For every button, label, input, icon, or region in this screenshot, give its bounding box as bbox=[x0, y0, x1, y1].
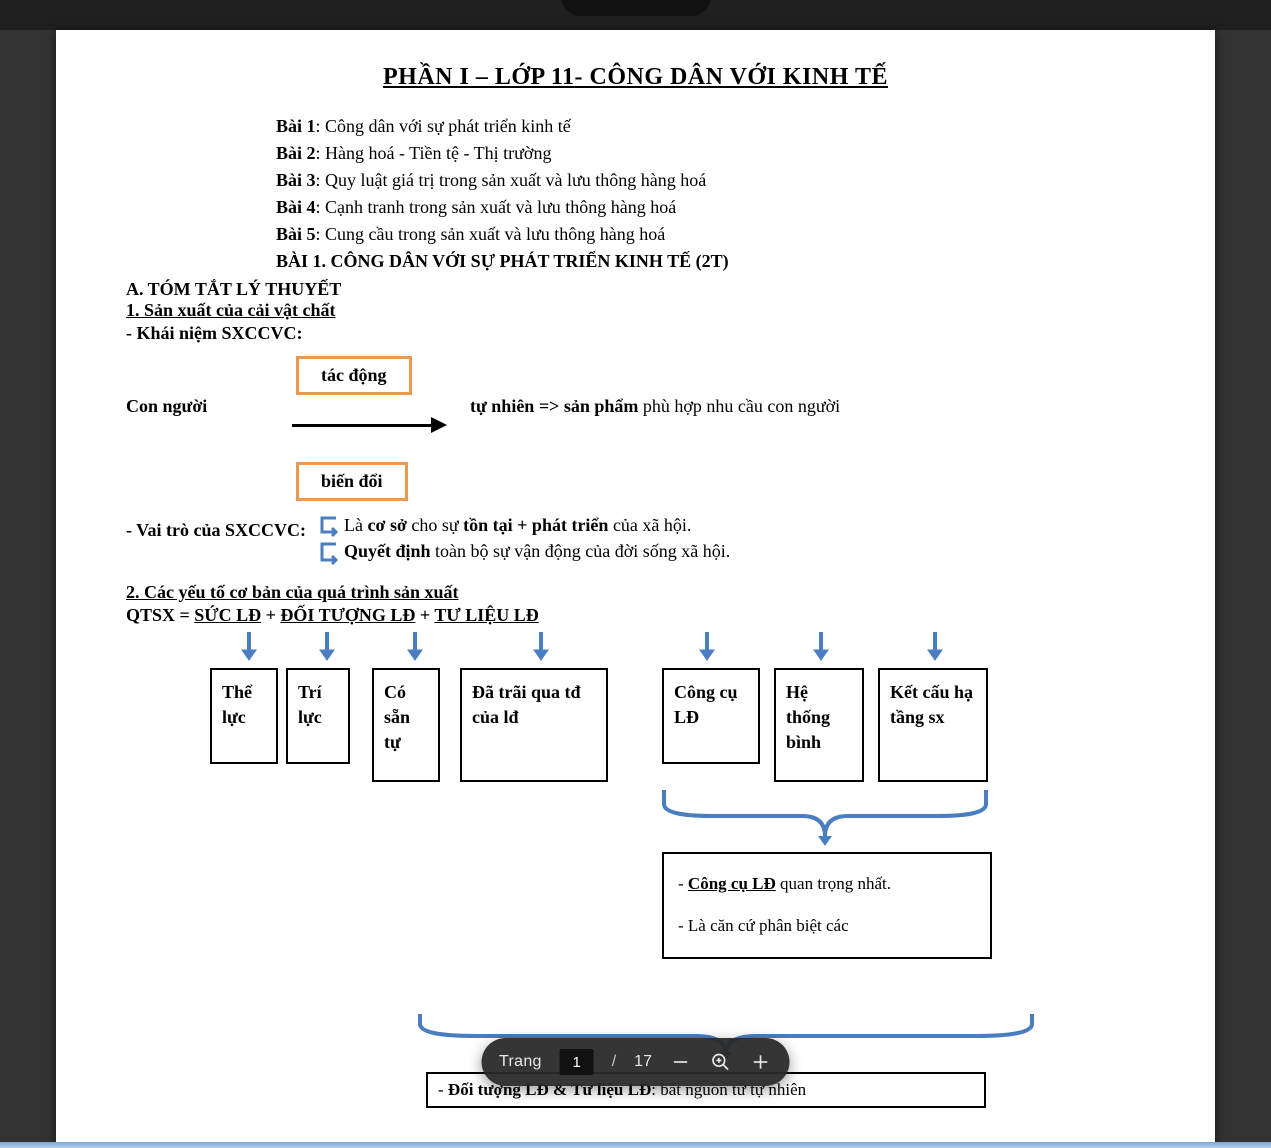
lesson-item: Bài 1: Công dân với sự phát triển kinh t… bbox=[276, 113, 1145, 140]
subsection-1-heading: 1. Sản xuất của cải vật chất bbox=[126, 300, 1145, 321]
role-lines: Là cơ sở cho sự tồn tại + phát triển của… bbox=[344, 512, 730, 564]
subsection-2-heading: 2. Các yếu tố cơ bản của quá trình sản x… bbox=[126, 582, 1145, 603]
page-separator: / bbox=[612, 1053, 616, 1071]
diagram-box-biendoi: biến đổi bbox=[296, 462, 408, 501]
qtsx-equation: QTSX = SỨC LĐ + ĐỐI TƯỢNG LĐ + TƯ LIỆU L… bbox=[126, 605, 1145, 626]
page-total: 17 bbox=[634, 1053, 652, 1071]
role-block: - Vai trò của SXCCVC: Là cơ sở cho sự tồ… bbox=[126, 516, 1145, 576]
document-page: PHẦN I – LỚP 11- CÔNG DÂN VỚI KINH TẾ Bà… bbox=[56, 30, 1215, 1148]
factor-box-ketcau: Kết cấu hạ tầng sx bbox=[878, 668, 988, 782]
top-bar-pill bbox=[561, 0, 711, 16]
pdf-viewer-frame: PHẦN I – LỚP 11- CÔNG DÂN VỚI KINH TẾ Bà… bbox=[0, 0, 1271, 1148]
factor-box-hethong: Hệ thống bình bbox=[774, 668, 864, 782]
bottom-edge-bar bbox=[0, 1142, 1271, 1148]
section-a-heading: A. TÓM TẮT LÝ THUYẾT bbox=[126, 279, 1145, 300]
page-input[interactable] bbox=[560, 1049, 594, 1075]
diagram-box-tacdong: tác động bbox=[296, 356, 412, 395]
zoom-out-button[interactable] bbox=[670, 1051, 692, 1073]
curly-brace-small bbox=[662, 784, 988, 848]
lesson-item: Bài 4: Cạnh tranh trong sản xuất và lưu … bbox=[276, 194, 1145, 221]
note-box-congcu: - Công cụ LĐ quan trọng nhất. - Là căn c… bbox=[662, 852, 992, 959]
zoom-in-button[interactable] bbox=[750, 1051, 772, 1073]
zoom-reset-button[interactable] bbox=[710, 1051, 732, 1073]
top-bar bbox=[0, 0, 1271, 30]
role-label: - Vai trò của SXCCVC: bbox=[126, 520, 306, 541]
page-label: Trang bbox=[499, 1053, 542, 1071]
concept-diagram: Con người tác động biến đổi tự nhiên => … bbox=[126, 356, 1145, 506]
diagram-subject: Con người bbox=[126, 396, 207, 417]
bracket-icon bbox=[316, 516, 342, 568]
factor-box-cosan: Có sẵn tự bbox=[372, 668, 440, 782]
factor-box-theluc: Thể lực bbox=[210, 668, 278, 764]
role-bracket: Là cơ sở cho sự tồn tại + phát triển của… bbox=[344, 512, 730, 564]
arrow-right-icon bbox=[292, 422, 447, 428]
lesson-item: Bài 5: Cung cầu trong sản xuất và lưu th… bbox=[276, 221, 1145, 248]
factor-box-triluc: Trí lực bbox=[286, 668, 350, 764]
lesson-item: Bài 2: Hàng hoá - Tiền tệ - Thị trường bbox=[276, 140, 1145, 167]
lesson-item: Bài 3: Quy luật giá trị trong sản xuất v… bbox=[276, 167, 1145, 194]
factor-box-datrai: Đã trãi qua tđ của lđ bbox=[460, 668, 608, 782]
pdf-toolbar: Trang / 17 bbox=[481, 1038, 790, 1086]
lesson-list: Bài 1: Công dân với sự phát triển kinh t… bbox=[276, 113, 1145, 275]
concept-label: - Khái niệm SXCCVC: bbox=[126, 323, 1145, 344]
diagram-result: tự nhiên => sản phẩm phù hợp nhu cầu con… bbox=[470, 396, 840, 417]
lesson-1-title: BÀI 1. CÔNG DÂN VỚI SỰ PHÁT TRIỂN KINH T… bbox=[276, 248, 1145, 275]
page-title: PHẦN I – LỚP 11- CÔNG DÂN VỚI KINH TẾ bbox=[126, 64, 1145, 91]
factor-box-congcu: Công cụ LĐ bbox=[662, 668, 760, 764]
